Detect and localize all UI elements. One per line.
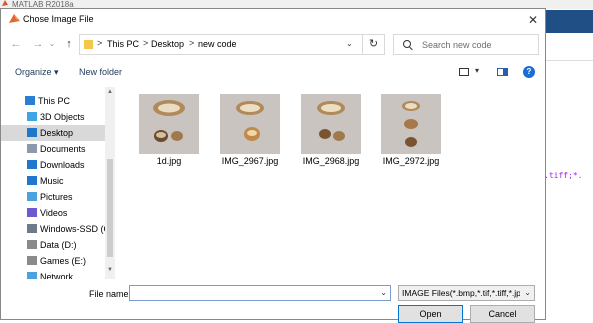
sidebar-item-music[interactable]: Music bbox=[1, 173, 105, 189]
sidebar-item-data-d[interactable]: Data (D:) bbox=[1, 237, 105, 253]
file-name-input[interactable]: ⌄ bbox=[129, 285, 391, 301]
document-icon bbox=[27, 144, 37, 153]
sidebar-item-documents[interactable]: Documents bbox=[1, 141, 105, 157]
file-item[interactable]: IMG_2968.jpg bbox=[287, 92, 365, 172]
address-bar[interactable]: > This PC > Desktop > new code ⌄ bbox=[79, 34, 363, 55]
back-arrow-icon[interactable]: ← bbox=[9, 37, 23, 51]
scroll-up-icon[interactable]: ▲ bbox=[107, 89, 113, 95]
file-name: IMG_2972.jpg bbox=[382, 156, 440, 166]
sidebar-item-label: Games (E:) bbox=[40, 256, 87, 266]
sidebar-item-label: Videos bbox=[40, 208, 68, 218]
dialog-titlebar: Chose Image File ✕ bbox=[1, 9, 545, 31]
matlab-code-snippet: .tiff;*. bbox=[544, 171, 583, 180]
sidebar-item-games-e[interactable]: Games (E:) bbox=[1, 253, 105, 269]
folder-icon bbox=[84, 40, 93, 49]
sidebar-item-label: Downloads bbox=[40, 160, 85, 170]
sidebar-item-label: Documents bbox=[40, 144, 86, 154]
forward-arrow-icon[interactable]: → bbox=[31, 37, 45, 51]
matlab-divider bbox=[546, 60, 593, 61]
file-type-select[interactable]: IMAGE Files(*.bmp,*.tif,*.tiff,*.jpg ⌄ bbox=[398, 285, 535, 301]
navigation-pane-scrollbar[interactable]: ▲ ▼ bbox=[105, 87, 115, 279]
sidebar-item-videos[interactable]: Videos bbox=[1, 205, 105, 221]
file-item[interactable]: 1d.jpg bbox=[125, 92, 203, 172]
search-placeholder: Search new code bbox=[422, 40, 492, 50]
chevron-down-icon: ⌄ bbox=[524, 288, 531, 297]
navigation-row: ← → ⌄ ↑ > This PC > Desktop > new code ⌄… bbox=[1, 31, 545, 57]
file-name: IMG_2967.jpg bbox=[221, 156, 279, 166]
sidebar-item-label: Desktop bbox=[40, 128, 74, 138]
file-name-label: File name: bbox=[89, 289, 132, 299]
image-thumbnail bbox=[381, 94, 441, 154]
search-icon bbox=[403, 40, 411, 48]
breadcrumb-separator: > bbox=[143, 38, 149, 48]
drive-icon bbox=[27, 256, 37, 265]
file-open-dialog: Chose Image File ✕ ← → ⌄ ↑ > This PC > D… bbox=[0, 8, 546, 323]
file-name: IMG_2968.jpg bbox=[302, 156, 360, 166]
file-item[interactable]: IMG_2972.jpg bbox=[367, 92, 445, 172]
drive-windows-icon bbox=[27, 224, 37, 233]
sidebar-item-this-pc[interactable]: This PC bbox=[1, 93, 105, 109]
file-item[interactable]: IMG_2967.jpg bbox=[206, 92, 284, 172]
sidebar-item-label: This PC bbox=[38, 96, 71, 106]
network-icon bbox=[27, 272, 37, 279]
navigation-pane: This PC 3D Objects Desktop Documents Downloa… bbox=[1, 87, 115, 279]
close-button[interactable]: ✕ bbox=[521, 10, 545, 30]
image-thumbnail bbox=[301, 94, 361, 154]
sidebar-item-3d-objects[interactable]: 3D Objects bbox=[1, 109, 105, 125]
drive-icon bbox=[27, 240, 37, 249]
view-options-dropdown[interactable]: ▾ bbox=[475, 66, 479, 75]
breadcrumb-desktop[interactable]: Desktop bbox=[151, 39, 184, 49]
matlab-toolstrip bbox=[546, 10, 593, 33]
matlab-background-pane bbox=[546, 9, 593, 320]
file-name: 1d.jpg bbox=[156, 156, 182, 166]
cube-icon bbox=[27, 112, 37, 121]
breadcrumb-separator: > bbox=[189, 38, 195, 48]
sidebar-item-windows-ssd-c[interactable]: Windows-SSD (C bbox=[1, 221, 110, 237]
sidebar-item-label: Pictures bbox=[40, 192, 73, 202]
preview-pane-icon[interactable] bbox=[497, 68, 508, 76]
change-view-icon[interactable] bbox=[459, 68, 469, 76]
image-thumbnail bbox=[139, 94, 199, 154]
search-input[interactable]: Search new code bbox=[393, 34, 539, 55]
sidebar-item-label: 3D Objects bbox=[40, 112, 85, 122]
address-dropdown-icon[interactable]: ⌄ bbox=[346, 39, 353, 48]
file-type-label: IMAGE Files(*.bmp,*.tif,*.tiff,*.jpg bbox=[402, 288, 520, 298]
download-icon bbox=[27, 160, 37, 169]
computer-icon bbox=[25, 96, 35, 105]
refresh-button[interactable]: ↻ bbox=[363, 34, 385, 55]
dialog-title: Chose Image File bbox=[23, 14, 94, 24]
open-button[interactable]: Open bbox=[398, 305, 463, 323]
videos-icon bbox=[27, 208, 37, 217]
desktop-icon bbox=[27, 128, 37, 137]
recent-locations-icon[interactable]: ⌄ bbox=[47, 37, 57, 51]
music-icon bbox=[27, 176, 37, 185]
sidebar-item-desktop[interactable]: Desktop bbox=[1, 125, 105, 141]
breadcrumb-separator: > bbox=[97, 38, 103, 48]
matlab-logo-icon bbox=[9, 14, 20, 23]
file-name-dropdown-icon[interactable]: ⌄ bbox=[380, 288, 387, 297]
sidebar-item-network[interactable]: Network bbox=[1, 269, 105, 279]
new-folder-button[interactable]: New folder bbox=[79, 67, 122, 77]
breadcrumb-new-code[interactable]: new code bbox=[198, 39, 237, 49]
matlab-logo-icon bbox=[2, 0, 8, 6]
up-arrow-icon[interactable]: ↑ bbox=[62, 37, 76, 51]
sidebar-item-label: Music bbox=[40, 176, 64, 186]
sidebar-item-downloads[interactable]: Downloads bbox=[1, 157, 105, 173]
breadcrumb-this-pc[interactable]: This PC bbox=[107, 39, 139, 49]
command-bar: Organize ▾ New folder ▾ ? bbox=[1, 60, 545, 86]
pictures-icon bbox=[27, 192, 37, 201]
sidebar-item-label: Data (D:) bbox=[40, 240, 77, 250]
image-thumbnail bbox=[220, 94, 280, 154]
sidebar-item-label: Network bbox=[40, 272, 74, 279]
scroll-down-icon[interactable]: ▼ bbox=[107, 267, 113, 273]
sidebar-item-pictures[interactable]: Pictures bbox=[1, 189, 105, 205]
organize-menu[interactable]: Organize ▾ bbox=[15, 67, 59, 78]
help-icon[interactable]: ? bbox=[523, 66, 535, 78]
sidebar-item-label: Windows-SSD (C bbox=[40, 224, 111, 234]
cancel-button[interactable]: Cancel bbox=[470, 305, 535, 323]
scrollbar-thumb[interactable] bbox=[107, 159, 113, 257]
